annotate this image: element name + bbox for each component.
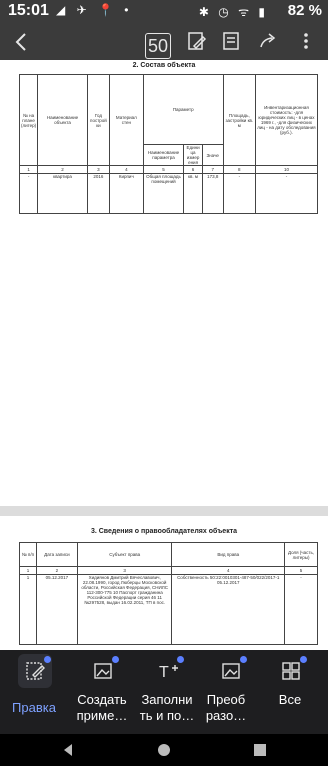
- header-cost: Инвентаризационная стоимость: -для юриди…: [254, 74, 319, 166]
- header-material: Материал стен: [109, 74, 144, 166]
- colnum: 2: [37, 165, 88, 174]
- new-badge-icon: [177, 656, 184, 663]
- status-time: 15:01: [8, 2, 49, 19]
- system-icons: ✱ ◷ ᯤ ▮: [198, 5, 268, 19]
- edit-pdf-icon: [26, 662, 45, 680]
- cell-num: -: [18, 173, 39, 214]
- cell-year: 2016: [86, 173, 111, 214]
- status-bar: 15:01 ◢ ✈ 📍 • ✱ ◷ ᯤ ▮ 82 %: [0, 0, 328, 24]
- new-badge-icon: [240, 656, 247, 663]
- cell-right-type: Собственность 50:22:0010301-487-50/022/2…: [171, 574, 286, 645]
- section-title: 2. Состав объекта: [132, 62, 196, 69]
- document-view[interactable]: 2. Состав объекта № на плане (литер) Наи…: [0, 60, 328, 650]
- colnum: 1: [18, 165, 39, 174]
- text-add-icon: T: [159, 664, 178, 681]
- colnum: 4: [109, 165, 144, 174]
- more-options-icon[interactable]: [294, 30, 318, 54]
- new-badge-icon: [112, 656, 119, 663]
- colnum: 4: [171, 566, 286, 575]
- tool-all[interactable]: Все: [260, 650, 320, 734]
- owners-table: № п/п Дата записи Субъект права Вид прав…: [19, 542, 318, 645]
- page-number-box[interactable]: 50: [145, 33, 171, 59]
- cell-area: -: [222, 173, 256, 214]
- edit-text-icon[interactable]: [185, 30, 209, 54]
- section-title: 3. Сведения о правообладателях объекта: [90, 528, 238, 535]
- tool-fill-sign[interactable]: T Заполни ть и по…: [137, 650, 197, 734]
- cell-value: 173,8: [201, 173, 224, 214]
- tool-label: Создать приме…: [76, 692, 128, 723]
- share-icon[interactable]: [256, 30, 280, 54]
- cell-unit: кв. м: [183, 173, 203, 214]
- tools-toolbar: Правка Создать приме… T Заполни ть и по……: [0, 650, 328, 734]
- tool-label: Преоб разо…: [205, 692, 247, 723]
- cell-date: 05.12.2017: [35, 574, 78, 645]
- page-separator: [0, 506, 328, 516]
- colnum: 1: [19, 566, 37, 575]
- header-unit: Едини ца измер ения: [183, 144, 203, 166]
- cell-num: 1: [19, 574, 37, 645]
- colnum: 10: [254, 165, 319, 174]
- colnum: 3: [86, 165, 111, 174]
- cell-subject: Хидиянов Дмитрий Вячеславович, 22.08.199…: [76, 574, 173, 645]
- nav-back-icon[interactable]: [60, 742, 76, 758]
- header-num: № на плане (литер): [18, 74, 39, 166]
- colnum: 3: [76, 566, 173, 575]
- tool-label: Все: [278, 692, 302, 707]
- cell-material: Кирпич: [109, 173, 144, 214]
- document-page: 2. Состав объекта № на плане (литер) Наи…: [0, 60, 328, 506]
- cell-cost: -: [254, 173, 319, 214]
- colnum: 8: [222, 165, 256, 174]
- composition-table: № на плане (литер) Наименование объекта …: [18, 74, 319, 214]
- colnum: 5: [284, 566, 318, 575]
- nav-home-icon[interactable]: [156, 742, 172, 758]
- tool-create[interactable]: Создать приме…: [72, 650, 132, 734]
- header-date: Дата записи: [35, 542, 78, 567]
- header-param-name: Наименование параметра: [142, 144, 185, 166]
- header-param-group: Параметр: [142, 74, 224, 145]
- colnum: 2: [35, 566, 78, 575]
- colnum: 7: [201, 165, 224, 174]
- tool-label: Заполни ть и по…: [139, 692, 195, 723]
- header-subject: Субъект права: [76, 542, 173, 567]
- battery-level: 82 %: [287, 2, 322, 19]
- tool-edit[interactable]: Правка: [4, 650, 64, 734]
- create-image-icon: [94, 663, 112, 679]
- tool-label: Правка: [12, 700, 56, 715]
- cell-share: -: [284, 574, 318, 645]
- nav-recents-icon[interactable]: [252, 742, 268, 758]
- tool-convert[interactable]: Преоб разо…: [200, 650, 260, 734]
- notification-icons: ◢ ✈ 📍 •: [56, 3, 133, 17]
- header-year: Год построй ки: [86, 74, 111, 166]
- viewer-toolbar: 50: [0, 24, 328, 60]
- header-share: Доля (часть, литеры): [284, 542, 318, 567]
- header-value: Значе: [201, 144, 224, 166]
- header-num: № п/п: [19, 542, 37, 567]
- back-icon[interactable]: [10, 30, 34, 54]
- colnum: 6: [183, 165, 203, 174]
- header-area: Площадь, застройки кв. м: [222, 74, 256, 166]
- svg-text:T: T: [159, 664, 169, 681]
- view-mode-icon[interactable]: [219, 30, 243, 54]
- document-page: 3. Сведения о правообладателях объекта №…: [0, 516, 328, 650]
- colnum: 5: [142, 165, 185, 174]
- new-badge-icon: [44, 656, 51, 663]
- cell-param: Общая площадь помещений: [142, 173, 185, 214]
- cell-name: квартира: [37, 173, 88, 214]
- new-badge-icon: [300, 656, 307, 663]
- header-name: Наименование объекта: [37, 74, 88, 166]
- header-right-type: Вид права: [171, 542, 286, 567]
- system-nav-bar: [0, 734, 328, 766]
- all-tools-icon: [282, 662, 300, 680]
- convert-image-icon: [222, 663, 240, 679]
